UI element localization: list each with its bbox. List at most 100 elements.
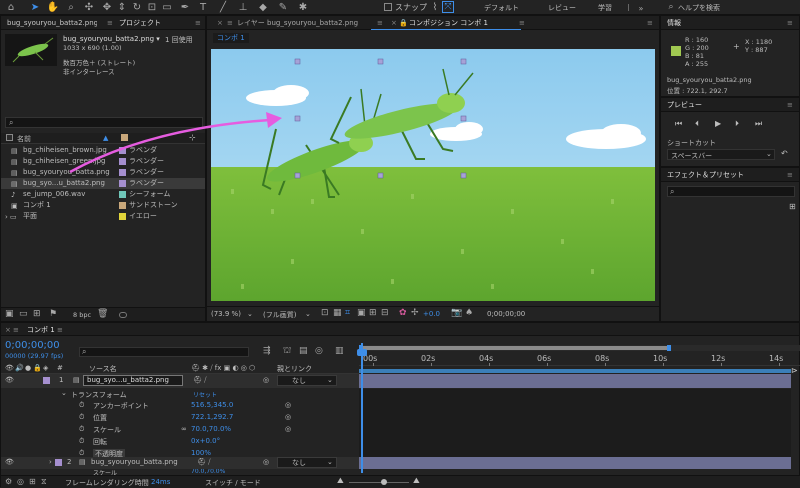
- property-value[interactable]: 516.5,345.0: [191, 401, 233, 409]
- puppet-tool-icon[interactable]: ✱: [296, 1, 310, 14]
- work-area-range[interactable]: [361, 346, 669, 350]
- layer-name[interactable]: bug_syouryou_batta.png: [91, 458, 191, 466]
- workspace-learn[interactable]: 学習: [598, 3, 612, 13]
- property-track-area[interactable]: [359, 389, 791, 457]
- effect-controls-tab[interactable]: bug_syouryou_batta2.png: [7, 17, 97, 29]
- mask-visibility-icon[interactable]: ⌗: [345, 308, 350, 318]
- clone-stamp-icon[interactable]: ⊥: [236, 1, 250, 14]
- lock-icon[interactable]: 🔒: [33, 364, 42, 372]
- stopwatch-icon[interactable]: ⏱: [79, 437, 84, 446]
- exposure-value[interactable]: +0.0: [423, 310, 440, 318]
- project-item[interactable]: › ▭ 平面 イエロー: [1, 211, 205, 222]
- transform-group[interactable]: ⌄ トランスフォーム リセット: [1, 389, 359, 400]
- property-row[interactable]: ⏱ 位置 722.1,292.7 ◎: [1, 412, 359, 424]
- chevron-down-icon[interactable]: ⌄: [327, 376, 333, 384]
- property-row[interactable]: ⏱ スケール 70.0,70.0% ◎ ∞: [1, 424, 359, 436]
- workspace-menu-icon[interactable]: »: [634, 2, 648, 15]
- roto-brush-icon[interactable]: ✎: [276, 1, 290, 14]
- tab-menu-icon[interactable]: ≡: [377, 17, 383, 29]
- layer-name[interactable]: bug_syo...u_batta2.png: [83, 375, 183, 386]
- timeline-zoom-thumb[interactable]: [381, 479, 387, 485]
- effects-tab[interactable]: エフェクト＆プリセット: [667, 169, 744, 181]
- bit-depth[interactable]: 8 bpc: [73, 311, 91, 319]
- orbit-tool-icon[interactable]: ✣: [82, 1, 96, 14]
- timeline-timecode[interactable]: 0;00;00;00: [5, 340, 60, 351]
- name-column-header[interactable]: 名前: [17, 134, 31, 144]
- playhead-handle[interactable]: [357, 349, 367, 356]
- region-of-interest-icon[interactable]: ⊡: [321, 308, 329, 318]
- solo-icon[interactable]: ●: [25, 364, 31, 372]
- layer-1-duration-bar[interactable]: [359, 374, 791, 388]
- shortcut-dropdown[interactable]: スペースバー ⌄: [667, 149, 775, 160]
- timeline-search-input[interactable]: ⌕: [79, 347, 249, 357]
- reset-transform-link[interactable]: リセット: [193, 390, 217, 399]
- panel-menu-icon[interactable]: ≡: [787, 99, 793, 111]
- hand-tool-icon[interactable]: ✋: [46, 1, 60, 14]
- rotate-tool-icon[interactable]: ↻: [130, 1, 144, 14]
- timeline-end-marker-icon[interactable]: ⊳: [791, 366, 798, 375]
- selection-tool-icon[interactable]: ➤: [28, 1, 42, 14]
- in-out-icon[interactable]: ⊞: [29, 477, 36, 486]
- workspace-review[interactable]: レビュー: [548, 3, 576, 13]
- close-tab-icon[interactable]: ×: [217, 17, 223, 29]
- eye-icon[interactable]: 👁: [5, 458, 14, 466]
- label-column-icon[interactable]: [6, 134, 13, 141]
- close-tab-icon[interactable]: ×: [5, 324, 11, 336]
- parent-pickwhip-icon[interactable]: ◎: [263, 458, 269, 466]
- tab-menu-icon[interactable]: ≡: [519, 17, 525, 29]
- info-tab[interactable]: 情報: [667, 17, 681, 29]
- label-color-swatch[interactable]: [119, 213, 126, 220]
- flow-toggle-icon[interactable]: [119, 312, 127, 318]
- constrain-proportions-icon[interactable]: ∞: [181, 425, 187, 433]
- snap-checkbox[interactable]: [384, 3, 392, 11]
- tab-menu-icon[interactable]: ≡: [57, 324, 63, 336]
- chevron-right-icon[interactable]: ›: [49, 458, 52, 466]
- guides-icon[interactable]: ▣: [357, 308, 366, 318]
- previous-frame-icon[interactable]: ⏴: [695, 119, 699, 129]
- work-area-end-handle[interactable]: [667, 345, 671, 351]
- switches-header-icon[interactable]: ⛑ ✱ ⧸ fx ▣ ◐ ◎ ⬡: [191, 364, 255, 373]
- work-area-bar[interactable]: [359, 345, 800, 351]
- panel-menu-icon[interactable]: ≡: [787, 17, 793, 29]
- play-icon[interactable]: ▶: [715, 119, 721, 128]
- tab-menu-icon[interactable]: ≡: [227, 17, 233, 29]
- layer-2-duration-bar[interactable]: [359, 457, 791, 469]
- chevron-down-icon[interactable]: ⌄: [61, 389, 67, 397]
- property-value[interactable]: 100%: [191, 449, 211, 457]
- composition-tab[interactable]: コンポジション コンポ 1: [409, 17, 519, 29]
- project-item[interactable]: ♪ se_jump_006.wav シーフォーム: [1, 189, 205, 200]
- eye-icon[interactable]: 👁: [5, 376, 14, 384]
- source-name-header[interactable]: ソース名: [89, 364, 117, 374]
- shy-layers-icon[interactable]: ⛫: [283, 346, 291, 357]
- stopwatch-icon[interactable]: ⏱: [79, 425, 84, 434]
- chevron-down-icon[interactable]: ⌄: [327, 458, 333, 466]
- first-frame-icon[interactable]: ⏮: [675, 119, 682, 129]
- timeline-zoom-slider[interactable]: [349, 482, 409, 483]
- color-channel-icon[interactable]: ✿: [399, 308, 407, 318]
- folder-icon[interactable]: › ▭: [5, 212, 17, 223]
- zoom-tool-icon[interactable]: ⌕: [64, 1, 78, 14]
- time-stretch-icon[interactable]: ⧖: [41, 477, 47, 487]
- chevron-down-icon[interactable]: ⌄: [305, 310, 311, 318]
- trash-icon[interactable]: 🗑: [97, 309, 108, 319]
- property-row[interactable]: ⏱ アンカーポイント 516.5,345.0 ◎: [1, 400, 359, 412]
- tab-menu-icon[interactable]: ≡: [107, 17, 115, 29]
- new-folder-icon[interactable]: ▭: [19, 309, 28, 319]
- layer-switches-icon[interactable]: ⛑ ⧸: [197, 458, 211, 467]
- layer-row[interactable]: 👁 › 2 ▤ bug_syouryou_batta.png ⛑ ⧸ ◎ なし ⌄: [1, 457, 359, 469]
- parent-pickwhip-icon[interactable]: ◎: [263, 376, 269, 384]
- layer-tab[interactable]: レイヤー bug_syouryou_batta2.png: [237, 17, 377, 29]
- panel-menu-icon[interactable]: ≡: [195, 17, 201, 29]
- stopwatch-icon[interactable]: ⏱: [79, 413, 84, 422]
- layer-label-swatch[interactable]: [43, 377, 50, 384]
- snap-options-icon[interactable]: ⌇: [428, 1, 442, 14]
- close-tab-icon[interactable]: ×: [391, 17, 397, 29]
- last-frame-icon[interactable]: ⏭: [755, 119, 762, 129]
- property-value[interactable]: 722.1,292.7: [191, 413, 233, 421]
- graph-editor-icon[interactable]: ▥: [335, 346, 344, 356]
- layer-switches-icon[interactable]: ⚙: [5, 477, 12, 486]
- eye-icon[interactable]: 👁: [5, 364, 14, 372]
- effects-search-input[interactable]: ⌕: [667, 186, 795, 197]
- time-ruler[interactable]: 00s 02s 04s 06s 08s 10s 12s 14s: [359, 352, 800, 366]
- brush-tool-icon[interactable]: ╱: [216, 1, 230, 14]
